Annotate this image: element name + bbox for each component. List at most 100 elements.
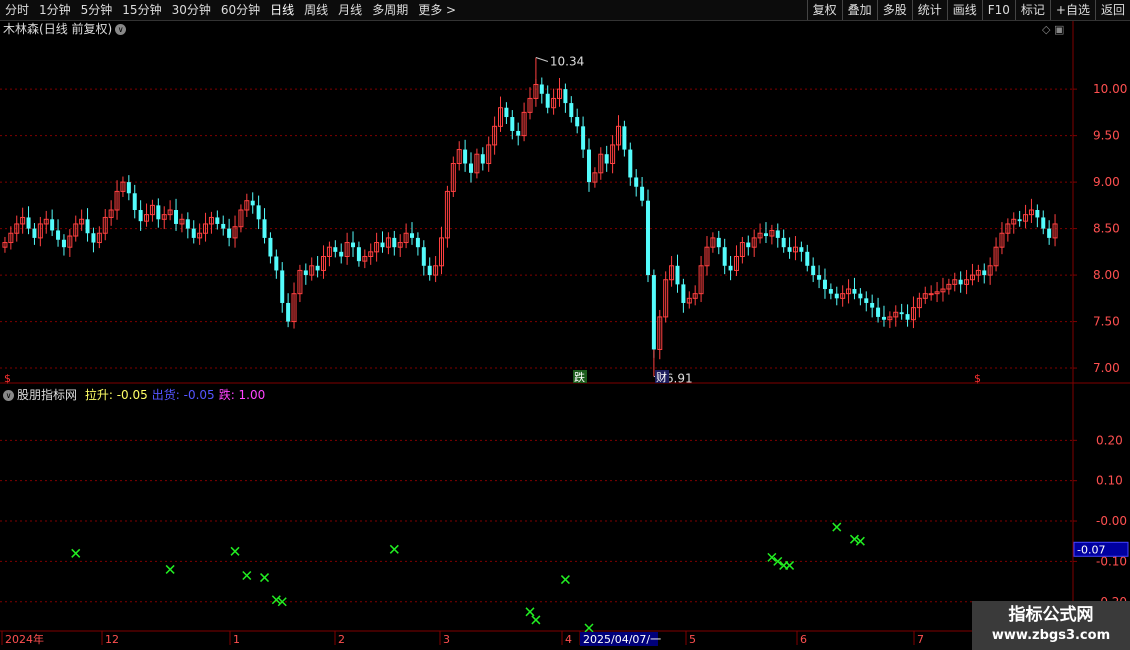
stock-mode: (日线 前复权) (39, 22, 113, 36)
indicator-value-0: -0.05 (112, 388, 148, 402)
date-label: 4 (565, 633, 572, 646)
date-label: 2 (338, 633, 345, 646)
candle-body-down (268, 237, 273, 257)
layout-icon[interactable]: ▣ (1054, 23, 1064, 36)
candle-body-down (539, 84, 544, 94)
candle-body-down (563, 89, 568, 104)
candle-body-down (604, 154, 609, 164)
candle-body-down (380, 242, 385, 248)
indicator-label-2: 跌: (218, 388, 235, 402)
candle-body-down (126, 182, 131, 194)
candle-body-down (132, 193, 137, 210)
candle-body-down (185, 219, 190, 229)
stock-title: 木林森(日线 前复权) ∨ (3, 21, 127, 37)
dropdown-icon[interactable]: ∨ (115, 24, 127, 35)
date-label: 5 (689, 633, 696, 646)
candle-body-down (746, 242, 751, 248)
fall-marker: 跌 (574, 370, 585, 384)
signal-marker (531, 615, 541, 625)
candle-body-down (628, 149, 633, 178)
indicator-label-1: 出货: (151, 388, 180, 402)
candle-body-down (480, 154, 485, 164)
indicator-name: 股朋指标网 (17, 388, 78, 402)
candle-body-down (581, 126, 586, 150)
candle-body-down (905, 314, 910, 320)
candle-body-down (634, 177, 639, 187)
finance-marker: 财 (656, 370, 667, 384)
candle-body-down (315, 265, 320, 271)
candle-body-down (722, 247, 727, 266)
candle-body-down (50, 219, 55, 231)
candle-body-down (274, 256, 279, 271)
signal-marker (855, 536, 865, 546)
candle-body-down (876, 307, 881, 317)
candle-body-down (586, 149, 591, 183)
price-tick-label: 7.00 (1093, 361, 1120, 375)
candle-body-down (215, 217, 220, 224)
candle-body-down (681, 284, 686, 303)
date-label: 2024年 (5, 632, 44, 646)
stock-chart[interactable]: 10.00 9.50 9.00 8.50 8.00 7.50 7.00 0.20 0.10 -0.… (0, 0, 1130, 650)
date-label: 1 (233, 633, 240, 646)
candle-body-down (256, 205, 261, 220)
candle-body-down (716, 237, 721, 248)
signal-marker (242, 570, 252, 581)
candle-body-down (156, 205, 161, 220)
candle-body-down (191, 228, 196, 238)
candle-body-down (545, 93, 550, 108)
diamond-icon[interactable]: ◇ (1042, 23, 1050, 36)
candle-body-down (32, 228, 37, 238)
dividend-marker: $ (4, 372, 11, 385)
candle-body-down (286, 302, 291, 322)
candle-body-down (728, 265, 733, 271)
candle-body-down (303, 270, 308, 276)
candle-body-down (392, 237, 397, 248)
dividend-marker: $ (974, 372, 981, 385)
candle-body-down (516, 130, 521, 136)
indicator-values: 拉升: -0.05 出货: -0.05 跌: 1.00 (81, 388, 265, 402)
date-label: 3 (443, 633, 450, 646)
candle-body-down (463, 149, 468, 164)
candle-body-down (787, 247, 792, 252)
candle-body-down (763, 233, 768, 237)
signal-marker (271, 595, 281, 605)
candle-body-down (828, 289, 833, 294)
signal-marker (259, 573, 270, 583)
signal-marker (560, 575, 570, 585)
date-label: 12 (105, 633, 119, 646)
watermark-title: 指标公式网 (1008, 605, 1094, 625)
candle-body-down (280, 270, 285, 303)
candle-body-down (421, 247, 426, 266)
candle-body-down (469, 163, 474, 173)
candle-body-down (1047, 228, 1052, 238)
date-label: 6 (800, 633, 807, 646)
cursor-date-label: 2025/04/07/一 (583, 633, 661, 646)
price-tick-label: 9.50 (1093, 129, 1120, 143)
price-tick-label: 8.00 (1093, 268, 1120, 282)
indicator-value-1: -0.05 (179, 388, 215, 402)
candle-body-down (427, 265, 432, 276)
candle-body-down (622, 126, 627, 150)
watermark-url: www.zbgs3.com (991, 628, 1111, 643)
candle-body-down (640, 186, 645, 201)
watermark: 指标公式网 www.zbgs3.com (972, 601, 1130, 650)
candle-body-down (858, 293, 863, 299)
candle-body-down (250, 200, 255, 206)
signal-marker (525, 607, 535, 617)
candle-body-down (675, 265, 680, 285)
candle-body-down (262, 219, 267, 238)
candle-body-down (415, 237, 420, 248)
chart-controls: ◇ ▣ (1042, 23, 1064, 36)
candle-body-down (510, 117, 515, 131)
candle-body-down (805, 251, 810, 266)
signal-marker (785, 560, 795, 570)
candle-body-down (958, 279, 963, 285)
candle-body-down (1035, 210, 1040, 218)
candle-body-down (822, 279, 827, 290)
candle-body-down (982, 270, 987, 276)
indicator-tick-label: 0.20 (1096, 433, 1123, 447)
candle-body-down (504, 107, 509, 118)
indicator-dropdown-icon[interactable]: ∨ (3, 390, 14, 401)
indicator-tick-label: -0.00 (1096, 514, 1127, 528)
indicator-value-2: 1.00 (234, 388, 266, 402)
